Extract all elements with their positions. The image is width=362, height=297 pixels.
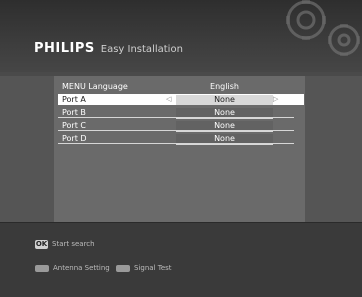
port-b-row[interactable]: Port B None: [58, 107, 304, 119]
port-c-row[interactable]: Port C None: [58, 120, 304, 132]
arrow-left-icon[interactable]: ◁: [166, 96, 173, 103]
port-value: None: [176, 95, 273, 105]
signal-test-label: Signal Test: [134, 264, 172, 272]
brand: PHILIPS Easy Installation: [34, 41, 183, 61]
red-key-icon[interactable]: [35, 265, 49, 272]
start-search-label: Start search: [52, 240, 95, 248]
menu-language-label: MENU Language: [62, 82, 128, 91]
port-d-row[interactable]: Port D None: [58, 133, 304, 145]
philips-logo: PHILIPS: [34, 41, 95, 56]
ok-key-icon[interactable]: OK: [35, 240, 48, 249]
page-title: Easy Installation: [100, 44, 183, 55]
menu-language-row[interactable]: MENU Language English: [58, 81, 304, 92]
menu-language-value: English: [210, 82, 239, 91]
row-divider: [58, 130, 294, 131]
green-key-icon[interactable]: [116, 265, 130, 272]
footer-divider: [0, 222, 362, 223]
row-divider: [58, 117, 294, 118]
antenna-setting-label: Antenna Setting: [53, 264, 110, 272]
port-label: Port A: [62, 95, 86, 104]
port-a-row[interactable]: Port A ◁ None ▷: [58, 94, 304, 105]
footer-bar: [0, 222, 362, 297]
arrow-right-icon[interactable]: ▷: [273, 96, 280, 103]
gears-graphic: [286, 0, 360, 56]
row-divider: [58, 143, 294, 144]
header-bar: PHILIPS Easy Installation: [0, 0, 362, 72]
right-margin: [305, 76, 362, 222]
left-margin: [0, 76, 54, 222]
